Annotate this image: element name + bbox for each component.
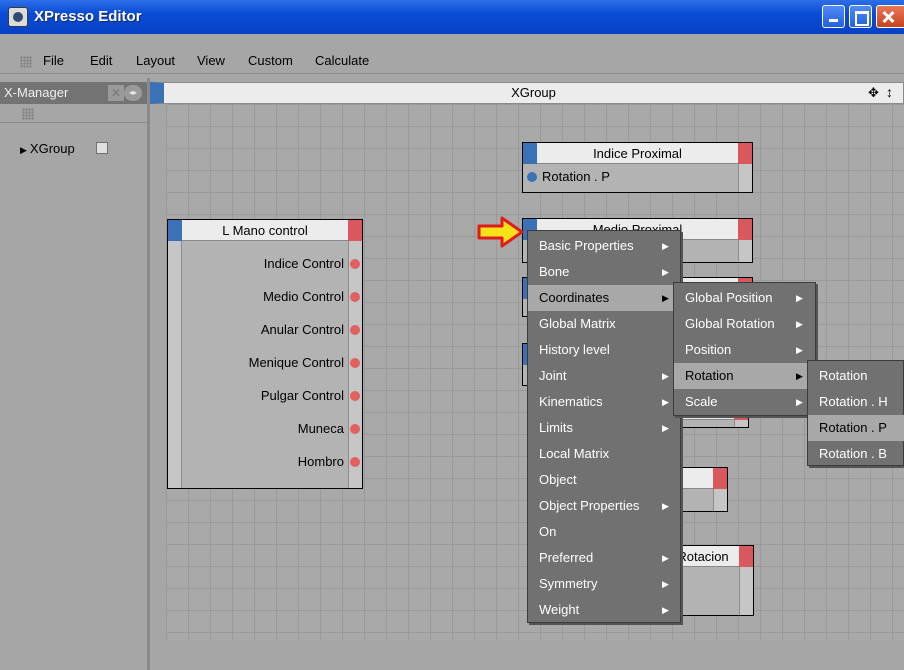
output-port-header[interactable] xyxy=(348,220,362,241)
menu-item-history-level[interactable]: History level xyxy=(528,337,680,363)
node-l-mano-control[interactable]: L Mano control Indice Control Medio Cont… xyxy=(167,219,363,489)
menu-item-limits[interactable]: Limits ▶ xyxy=(528,415,680,441)
submenu-arrow-icon: ▶ xyxy=(662,241,669,251)
menu-calculate[interactable]: Calculate xyxy=(315,53,369,68)
move-icon[interactable]: ✥ xyxy=(868,85,879,101)
port-label: Anular Control xyxy=(260,322,344,337)
output-port-dot[interactable] xyxy=(350,292,360,302)
port-label: Pulgar Control xyxy=(260,388,344,403)
submenu-arrow-icon: ▶ xyxy=(662,605,669,615)
canvas-bottom-bar xyxy=(150,640,904,670)
x-manager-panel: X-Manager ✕ ◂▸ ▶ XGroup xyxy=(0,78,147,670)
x-manager-tab-arrows-icon[interactable]: ◂▸ xyxy=(124,85,142,101)
grip-icon xyxy=(22,108,34,120)
submenu-arrow-icon: ▶ xyxy=(662,579,669,589)
menu-item-basic-properties[interactable]: Basic Properties ▶ xyxy=(528,233,680,259)
menu-item-object[interactable]: Object xyxy=(528,467,680,493)
node-indice-proximal[interactable]: Indice Proximal Rotation . P xyxy=(522,142,753,193)
context-menu: Basic Properties ▶ Bone ▶ Coordinates ▶ Glo… xyxy=(527,230,681,623)
output-port-header[interactable] xyxy=(738,143,752,164)
menu-item-rotation-h[interactable]: Rotation . H xyxy=(808,389,904,415)
output-port-dot[interactable] xyxy=(350,259,360,269)
tree-item-label: XGroup xyxy=(29,141,75,156)
menu-item-rotation-p[interactable]: Rotation . P xyxy=(808,415,904,441)
submenu-arrow-icon: ▶ xyxy=(662,267,669,277)
menu-item-symmetry[interactable]: Symmetry ▶ xyxy=(528,571,680,597)
menu-item-rotation[interactable]: Rotation ▶ xyxy=(674,363,815,389)
menu-item-on[interactable]: On xyxy=(528,519,680,545)
menu-item-global-position[interactable]: Global Position ▶ xyxy=(674,285,815,311)
x-manager-tree: ▶ XGroup xyxy=(0,122,147,670)
tree-item-xgroup[interactable]: ▶ XGroup xyxy=(20,141,75,156)
menu-item-position[interactable]: Position ▶ xyxy=(674,337,815,363)
menu-bar: File Edit Layout View Custom Calculate xyxy=(0,50,904,74)
output-port-dot[interactable] xyxy=(350,325,360,335)
submenu-arrow-icon: ▶ xyxy=(662,553,669,563)
submenu-arrow-icon: ▶ xyxy=(662,423,669,433)
port-label: Menique Control xyxy=(248,355,344,370)
port-label: Muneca xyxy=(297,421,344,436)
submenu-arrow-icon: ▶ xyxy=(662,397,669,407)
submenu-arrow-icon: ▶ xyxy=(796,293,803,303)
menu-item-global-matrix[interactable]: Global Matrix xyxy=(528,311,680,337)
pointer-arrow-icon xyxy=(477,216,524,248)
menu-item-global-rotation[interactable]: Global Rotation ▶ xyxy=(674,311,815,337)
submenu-arrow-icon: ▶ xyxy=(796,345,803,355)
window-title: XPresso Editor xyxy=(34,8,142,25)
output-port-header[interactable] xyxy=(738,219,752,240)
menu-item-weight[interactable]: Weight ▶ xyxy=(528,597,680,623)
menu-item-rotation-vector[interactable]: Rotation xyxy=(808,363,904,389)
xgroup-tag-icon[interactable] xyxy=(96,142,108,154)
x-manager-header: X-Manager ✕ ◂▸ xyxy=(0,82,147,104)
menu-item-rotation-b[interactable]: Rotation . B xyxy=(808,441,904,467)
output-port-dot[interactable] xyxy=(350,424,360,434)
close-button[interactable] xyxy=(876,5,904,28)
output-port-dot[interactable] xyxy=(350,457,360,467)
output-port-dot[interactable] xyxy=(350,358,360,368)
submenu-arrow-icon: ▶ xyxy=(662,293,669,303)
x-manager-title: X-Manager xyxy=(4,85,69,100)
menu-item-bone[interactable]: Bone ▶ xyxy=(528,259,680,285)
expand-triangle-icon[interactable]: ▶ xyxy=(20,145,27,155)
output-port-dot[interactable] xyxy=(350,391,360,401)
menu-custom[interactable]: Custom xyxy=(248,53,293,68)
minimize-button[interactable] xyxy=(822,5,845,28)
node-port-label: Rotation . P xyxy=(542,169,610,184)
node-title: L Mano control xyxy=(222,223,308,238)
title-bar: XPresso Editor xyxy=(0,0,904,34)
port-label: Hombro xyxy=(297,454,344,469)
menu-item-scale[interactable]: Scale ▶ xyxy=(674,389,815,415)
maximize-button[interactable] xyxy=(849,5,872,28)
menu-edit[interactable]: Edit xyxy=(90,53,112,68)
submenu-arrow-icon: ▶ xyxy=(796,319,803,329)
menu-item-local-matrix[interactable]: Local Matrix xyxy=(528,441,680,467)
app-icon xyxy=(8,7,28,27)
menu-item-joint[interactable]: Joint ▶ xyxy=(528,363,680,389)
coordinates-submenu: Global Position ▶ Global Rotation ▶ Positi… xyxy=(673,282,816,416)
port-label: Indice Control xyxy=(263,256,344,271)
menu-item-object-properties[interactable]: Object Properties ▶ xyxy=(528,493,680,519)
zoom-icon[interactable]: ↕ xyxy=(886,84,893,100)
submenu-arrow-icon: ▶ xyxy=(796,371,803,381)
x-manager-close-button[interactable]: ✕ xyxy=(108,85,124,101)
menu-view[interactable]: View xyxy=(197,53,225,68)
submenu-arrow-icon: ▶ xyxy=(662,371,669,381)
canvas-margin xyxy=(150,104,166,640)
menu-item-kinematics[interactable]: Kinematics ▶ xyxy=(528,389,680,415)
port-label: Medio Control xyxy=(263,289,344,304)
xgroup-title: XGroup xyxy=(511,85,556,100)
menu-item-preferred[interactable]: Preferred ▶ xyxy=(528,545,680,571)
input-port-dot[interactable] xyxy=(527,172,537,182)
menu-item-coordinates[interactable]: Coordinates ▶ xyxy=(528,285,680,311)
node-title: Indice Proximal xyxy=(593,146,682,161)
grip-icon xyxy=(20,56,32,68)
submenu-arrow-icon: ▶ xyxy=(662,501,669,511)
menu-layout[interactable]: Layout xyxy=(136,53,175,68)
rotation-submenu: Rotation Rotation . H Rotation . P Rotat… xyxy=(807,360,904,466)
submenu-arrow-icon: ▶ xyxy=(796,397,803,407)
xgroup-header: XGroup ✥ ↕ xyxy=(150,82,904,104)
menu-file[interactable]: File xyxy=(43,53,64,68)
